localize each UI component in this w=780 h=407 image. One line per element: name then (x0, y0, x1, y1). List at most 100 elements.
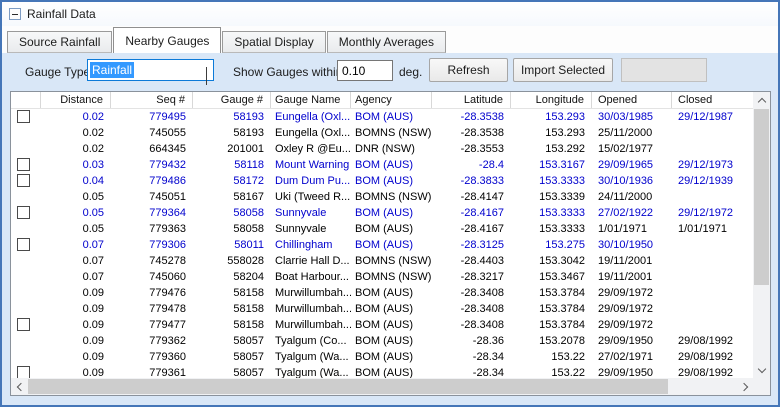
cell-lon: 153.292 (545, 143, 585, 155)
table-row[interactable]: 0.09 779478 58158 Murwillumbah... BOM (AUS) -… (11, 301, 753, 317)
cell-gauge-name: Tyalgum (Wa... (275, 351, 349, 363)
cell-lon: 153.3333 (539, 175, 585, 187)
column-header-closed[interactable]: Closed (672, 92, 753, 108)
table-row[interactable]: 0.09 779361 58057 Tyalgum (Wa... BOM (AUS) -2… (11, 365, 753, 378)
cell-gauge-name: Uki (Tweed R... (275, 191, 351, 203)
cell-gauge-name: Tyalgum (Wa... (275, 367, 349, 378)
table-row[interactable]: 0.09 779362 58057 Tyalgum (Co... BOM (AUS) -2… (11, 333, 753, 349)
tab-source-rainfall[interactable]: Source Rainfall (7, 31, 113, 53)
cell-closed (672, 237, 753, 253)
table-row[interactable]: 0.02 779495 58193 Eungella (Oxl... BOM (AUS)… (11, 109, 753, 125)
cell-lat: -28.4147 (460, 191, 504, 203)
cell-closed (672, 125, 753, 141)
table-row[interactable]: 0.05 779364 58058 Sunnyvale BOM (AUS) -28.416… (11, 205, 753, 221)
row-checkbox-cell (11, 285, 41, 301)
cell-opened: 19/11/2001 (598, 271, 653, 283)
table-row[interactable]: 0.05 779363 58058 Sunnyvale BOM (AUS) -28.416… (11, 221, 753, 237)
column-header-opened[interactable]: Opened (592, 92, 672, 108)
cell-opened: 19/11/2001 (598, 255, 653, 267)
cell-gauge-num: 58118 (234, 159, 264, 171)
row-checkbox[interactable] (17, 110, 30, 123)
gauge-type-label: Gauge Type (25, 65, 91, 79)
cell-seq: 779495 (149, 111, 186, 123)
scroll-down-icon[interactable] (753, 362, 770, 378)
vertical-scrollbar[interactable] (753, 92, 770, 378)
cell-opened: 27/02/1971 (598, 351, 654, 363)
column-header-seq[interactable]: Seq # (111, 92, 193, 108)
row-checkbox[interactable] (17, 174, 30, 187)
cell-gauge-name: Murwillumbah... (275, 319, 351, 331)
cell-distance: 0.03 (82, 159, 104, 171)
column-header-agency[interactable]: Agency (351, 92, 432, 108)
refresh-button[interactable]: Refresh (429, 58, 508, 82)
import-selected-button[interactable]: Import Selected (513, 58, 613, 82)
cell-distance: 0.09 (82, 287, 104, 299)
cell-opened: 25/11/2000 (598, 127, 653, 139)
table-row[interactable]: 0.09 779360 58057 Tyalgum (Wa... BOM (AUS) -2… (11, 349, 753, 365)
scroll-left-icon[interactable] (11, 378, 27, 395)
column-header-distance[interactable]: Distance (41, 92, 111, 108)
cell-opened: 30/10/1950 (598, 239, 654, 251)
table-row[interactable]: 0.02 664345 201001 Oxley R @Eu... DNR (NSW) -… (11, 141, 753, 157)
table-row[interactable]: 0.03 779432 58118 Mount Warning BOM (AUS) -28… (11, 157, 753, 173)
table-row[interactable]: 0.04 779486 58172 Dum Dum Pu... BOM (AUS) -28… (11, 173, 753, 189)
cell-opened: 29/09/1965 (598, 159, 654, 171)
cell-agency: BOM (AUS) (355, 303, 414, 315)
row-checkbox-cell (11, 205, 41, 221)
scroll-up-icon[interactable] (753, 92, 770, 108)
cell-closed: 29/12/1939 (678, 175, 734, 187)
tab-spatial-display[interactable]: Spatial Display (222, 31, 326, 53)
cell-distance: 0.02 (82, 127, 104, 139)
cell-lon: 153.293 (545, 127, 585, 139)
cell-seq: 779476 (149, 287, 186, 299)
cell-lat: -28.3538 (460, 111, 504, 123)
row-checkbox[interactable] (17, 158, 30, 171)
row-checkbox[interactable] (17, 206, 30, 219)
cell-lon: 153.3333 (539, 223, 585, 235)
row-checkbox[interactable] (17, 318, 30, 331)
horizontal-scrollbar-thumb[interactable] (28, 379, 668, 394)
cell-gauge-num: 58057 (233, 335, 264, 347)
cell-agency: BOMNS (NSW) (355, 271, 432, 283)
gauge-type-select[interactable]: Rainfall (87, 59, 214, 85)
table-row[interactable]: 0.05 745051 58167 Uki (Tweed R... BOMNS (NSW… (11, 189, 753, 205)
column-header-gauge-number[interactable]: Gauge # (193, 92, 271, 108)
table-row[interactable]: 0.02 745055 58193 Eungella (Oxl... BOMNS (NS… (11, 125, 753, 141)
column-header-gauge-name[interactable]: Gauge Name (271, 92, 351, 108)
horizontal-scrollbar[interactable] (11, 378, 753, 395)
cell-lat: -28.3408 (460, 303, 504, 315)
row-checkbox[interactable] (17, 366, 30, 378)
cell-agency: BOMNS (NSW) (355, 191, 432, 203)
tab-monthly-averages[interactable]: Monthly Averages (326, 31, 446, 53)
cell-gauge-name: Tyalgum (Co... (275, 335, 347, 347)
row-checkbox[interactable] (17, 238, 30, 251)
degree-threshold-input[interactable] (337, 60, 393, 81)
table-row[interactable]: 0.07 745278 558028 Clarrie Hall D... BOMNS (… (11, 253, 753, 269)
scroll-right-icon[interactable] (737, 378, 753, 395)
table-row[interactable]: 0.09 779477 58158 Murwillumbah... BOM (AUS) -… (11, 317, 753, 333)
cell-distance: 0.09 (82, 319, 104, 331)
cell-closed: 29/12/1987 (678, 111, 734, 123)
collapse-icon[interactable] (9, 8, 21, 20)
scrollbar-corner (753, 378, 770, 395)
cell-gauge-num: 58158 (233, 303, 264, 315)
cell-gauge-name: Eungella (Oxl... (275, 127, 351, 139)
column-header-checkbox[interactable] (11, 92, 41, 108)
column-header-latitude[interactable]: Latitude (432, 92, 511, 108)
cell-lat: -28.3553 (460, 143, 504, 155)
row-checkbox-cell (11, 221, 41, 237)
table-row[interactable]: 0.09 779476 58158 Murwillumbah... BOM (AUS) -… (11, 285, 753, 301)
cell-distance: 0.02 (82, 111, 104, 123)
cell-gauge-num: 58011 (234, 239, 264, 251)
tab-nearby-gauges[interactable]: Nearby Gauges (113, 27, 222, 53)
cell-agency: BOM (AUS) (355, 287, 414, 299)
cell-gauge-name: Sunnyvale (275, 223, 327, 235)
column-header-longitude[interactable]: Longitude (511, 92, 592, 108)
table-row[interactable]: 0.07 779306 58011 Chillingham BOM (AUS) -28.3… (11, 237, 753, 253)
row-checkbox-cell (11, 237, 41, 253)
cell-agency: BOM (AUS) (355, 351, 414, 363)
cell-agency: BOMNS (NSW) (355, 255, 432, 267)
cell-lon: 153.3784 (539, 303, 585, 315)
table-row[interactable]: 0.07 745060 58204 Boat Harbour... BOMNS (NSW… (11, 269, 753, 285)
vertical-scrollbar-thumb[interactable] (754, 109, 769, 285)
